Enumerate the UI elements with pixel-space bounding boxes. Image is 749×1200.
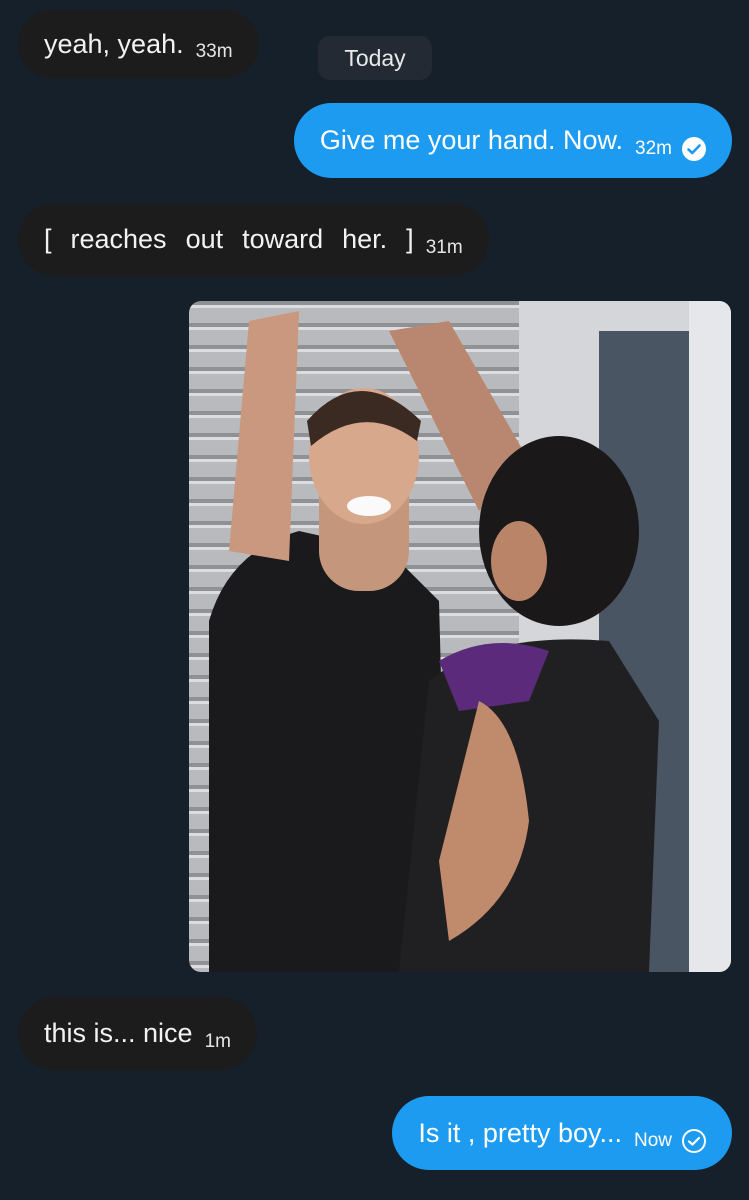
message-bubble-incoming[interactable]: yeah, yeah. 33m [18,10,259,78]
message-time: 32m [635,137,672,159]
photo-image [189,301,731,972]
check-circle-outline-icon [682,1129,706,1153]
message-bubble-incoming[interactable]: this is... nice 1m [18,997,257,1070]
message-text: [ reaches out toward her. ] [44,224,414,254]
message-bubble-outgoing[interactable]: Give me your hand. Now. 32m [293,103,732,178]
message-text: yeah, yeah. [44,28,184,59]
message-time: 33m [195,41,233,62]
message-time: 1m [204,1030,231,1052]
day-separator: Today [318,36,432,80]
check-circle-filled-icon [682,136,706,161]
message-bubble-incoming[interactable]: [ reaches out toward her. ] 31m [18,203,489,276]
message-text: this is... nice [44,1018,193,1048]
message-time: 31m [425,236,463,258]
dm-conversation: yeah, yeah. 33m Today Give me your hand.… [0,0,749,1200]
message-text: Is it , pretty boy... [418,1117,622,1148]
message-time: Now [633,1130,672,1151]
message-photo[interactable] [189,301,731,972]
message-bubble-outgoing[interactable]: Is it , pretty boy... Now [392,1096,732,1170]
message-text: Give me your hand. Now. [319,125,624,155]
